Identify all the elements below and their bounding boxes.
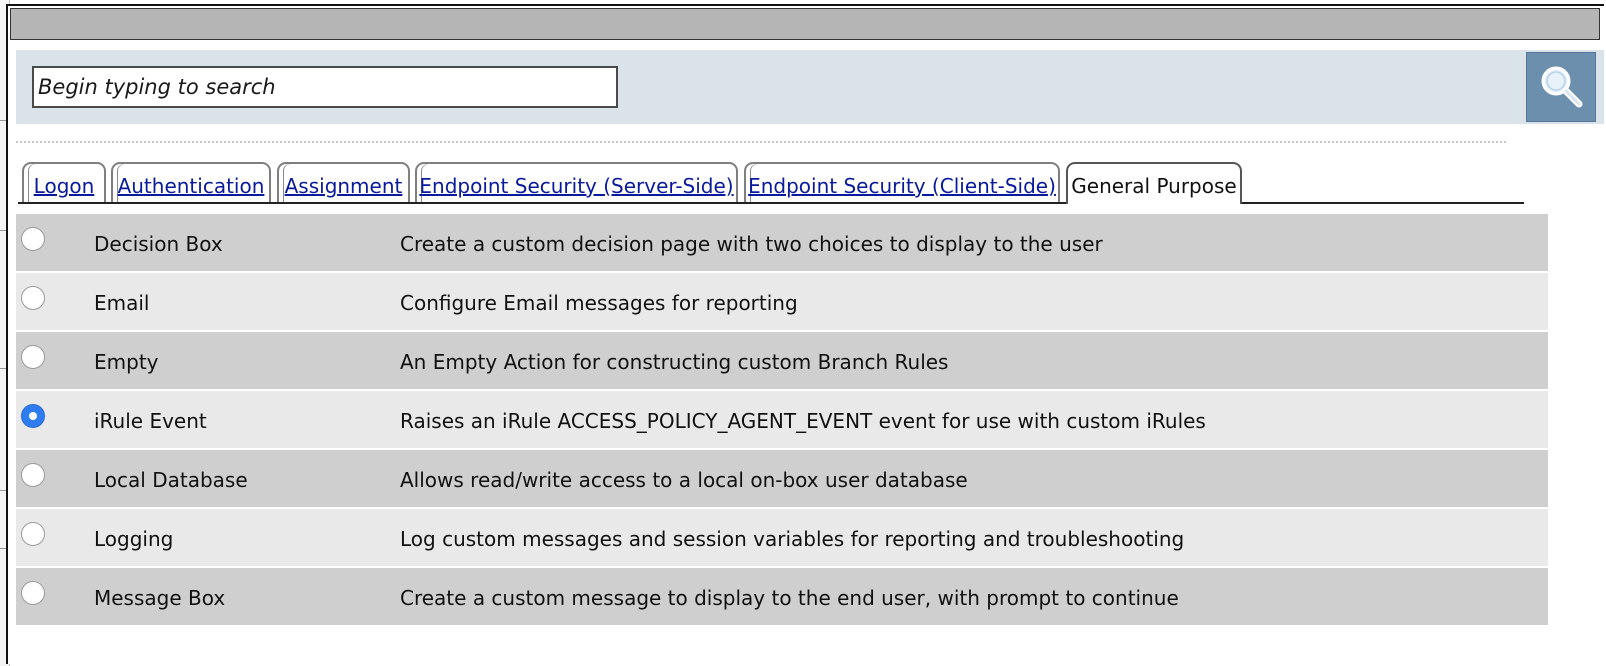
item-name: Email [94, 291, 150, 315]
action-list: Decision Box Create a custom decision pa… [16, 214, 1548, 627]
list-item[interactable]: Message Box Create a custom message to d… [16, 568, 1548, 625]
radio-irule-event[interactable] [21, 404, 45, 428]
tab-general-purpose[interactable]: General Purpose [1066, 162, 1242, 204]
item-name: Local Database [94, 468, 248, 492]
item-name: Empty [94, 350, 159, 374]
item-description: Allows read/write access to a local on-b… [400, 468, 968, 492]
radio-decision-box[interactable] [21, 227, 45, 251]
tab-assignment[interactable]: Assignment [277, 162, 410, 202]
item-name: Decision Box [94, 232, 223, 256]
radio-email[interactable] [21, 286, 45, 310]
radio-local-database[interactable] [21, 463, 45, 487]
search-input[interactable] [32, 66, 618, 108]
dialog-titlebar[interactable] [10, 8, 1600, 40]
item-name: iRule Event [94, 409, 207, 433]
radio-logging[interactable] [21, 522, 45, 546]
list-item[interactable]: Empty An Empty Action for constructing c… [16, 332, 1548, 389]
item-description: An Empty Action for constructing custom … [400, 350, 949, 374]
tab-authentication[interactable]: Authentication [111, 162, 271, 202]
radio-empty[interactable] [21, 345, 45, 369]
item-description: Create a custom decision page with two c… [400, 232, 1103, 256]
action-picker-dialog: Logon Authentication Assignment Endpoint… [6, 4, 1604, 664]
list-item[interactable]: Local Database Allows read/write access … [16, 450, 1548, 507]
item-description: Log custom messages and session variable… [400, 527, 1185, 551]
item-description: Configure Email messages for reporting [400, 291, 798, 315]
list-item[interactable]: Decision Box Create a custom decision pa… [16, 214, 1548, 271]
search-panel [16, 50, 1604, 124]
item-name: Logging [94, 527, 174, 551]
item-description: Raises an iRule ACCESS_POLICY_AGENT_EVEN… [400, 409, 1206, 433]
list-item[interactable]: Logging Log custom messages and session … [16, 509, 1548, 566]
item-name: Message Box [94, 586, 226, 610]
item-description: Create a custom message to display to th… [400, 586, 1179, 610]
tab-logon[interactable]: Logon [22, 162, 106, 202]
separator [16, 141, 1506, 143]
tab-endpoint-security-client-side[interactable]: Endpoint Security (Client-Side) [744, 162, 1060, 202]
list-item[interactable]: Email Configure Email messages for repor… [16, 273, 1548, 330]
category-tabs: Logon Authentication Assignment Endpoint… [18, 162, 1524, 204]
list-item[interactable]: iRule Event Raises an iRule ACCESS_POLIC… [16, 391, 1548, 448]
magnifier-icon [1541, 66, 1583, 108]
search-button[interactable] [1526, 52, 1596, 122]
tab-endpoint-security-server-side[interactable]: Endpoint Security (Server-Side) [415, 162, 738, 202]
radio-message-box[interactable] [21, 581, 45, 605]
